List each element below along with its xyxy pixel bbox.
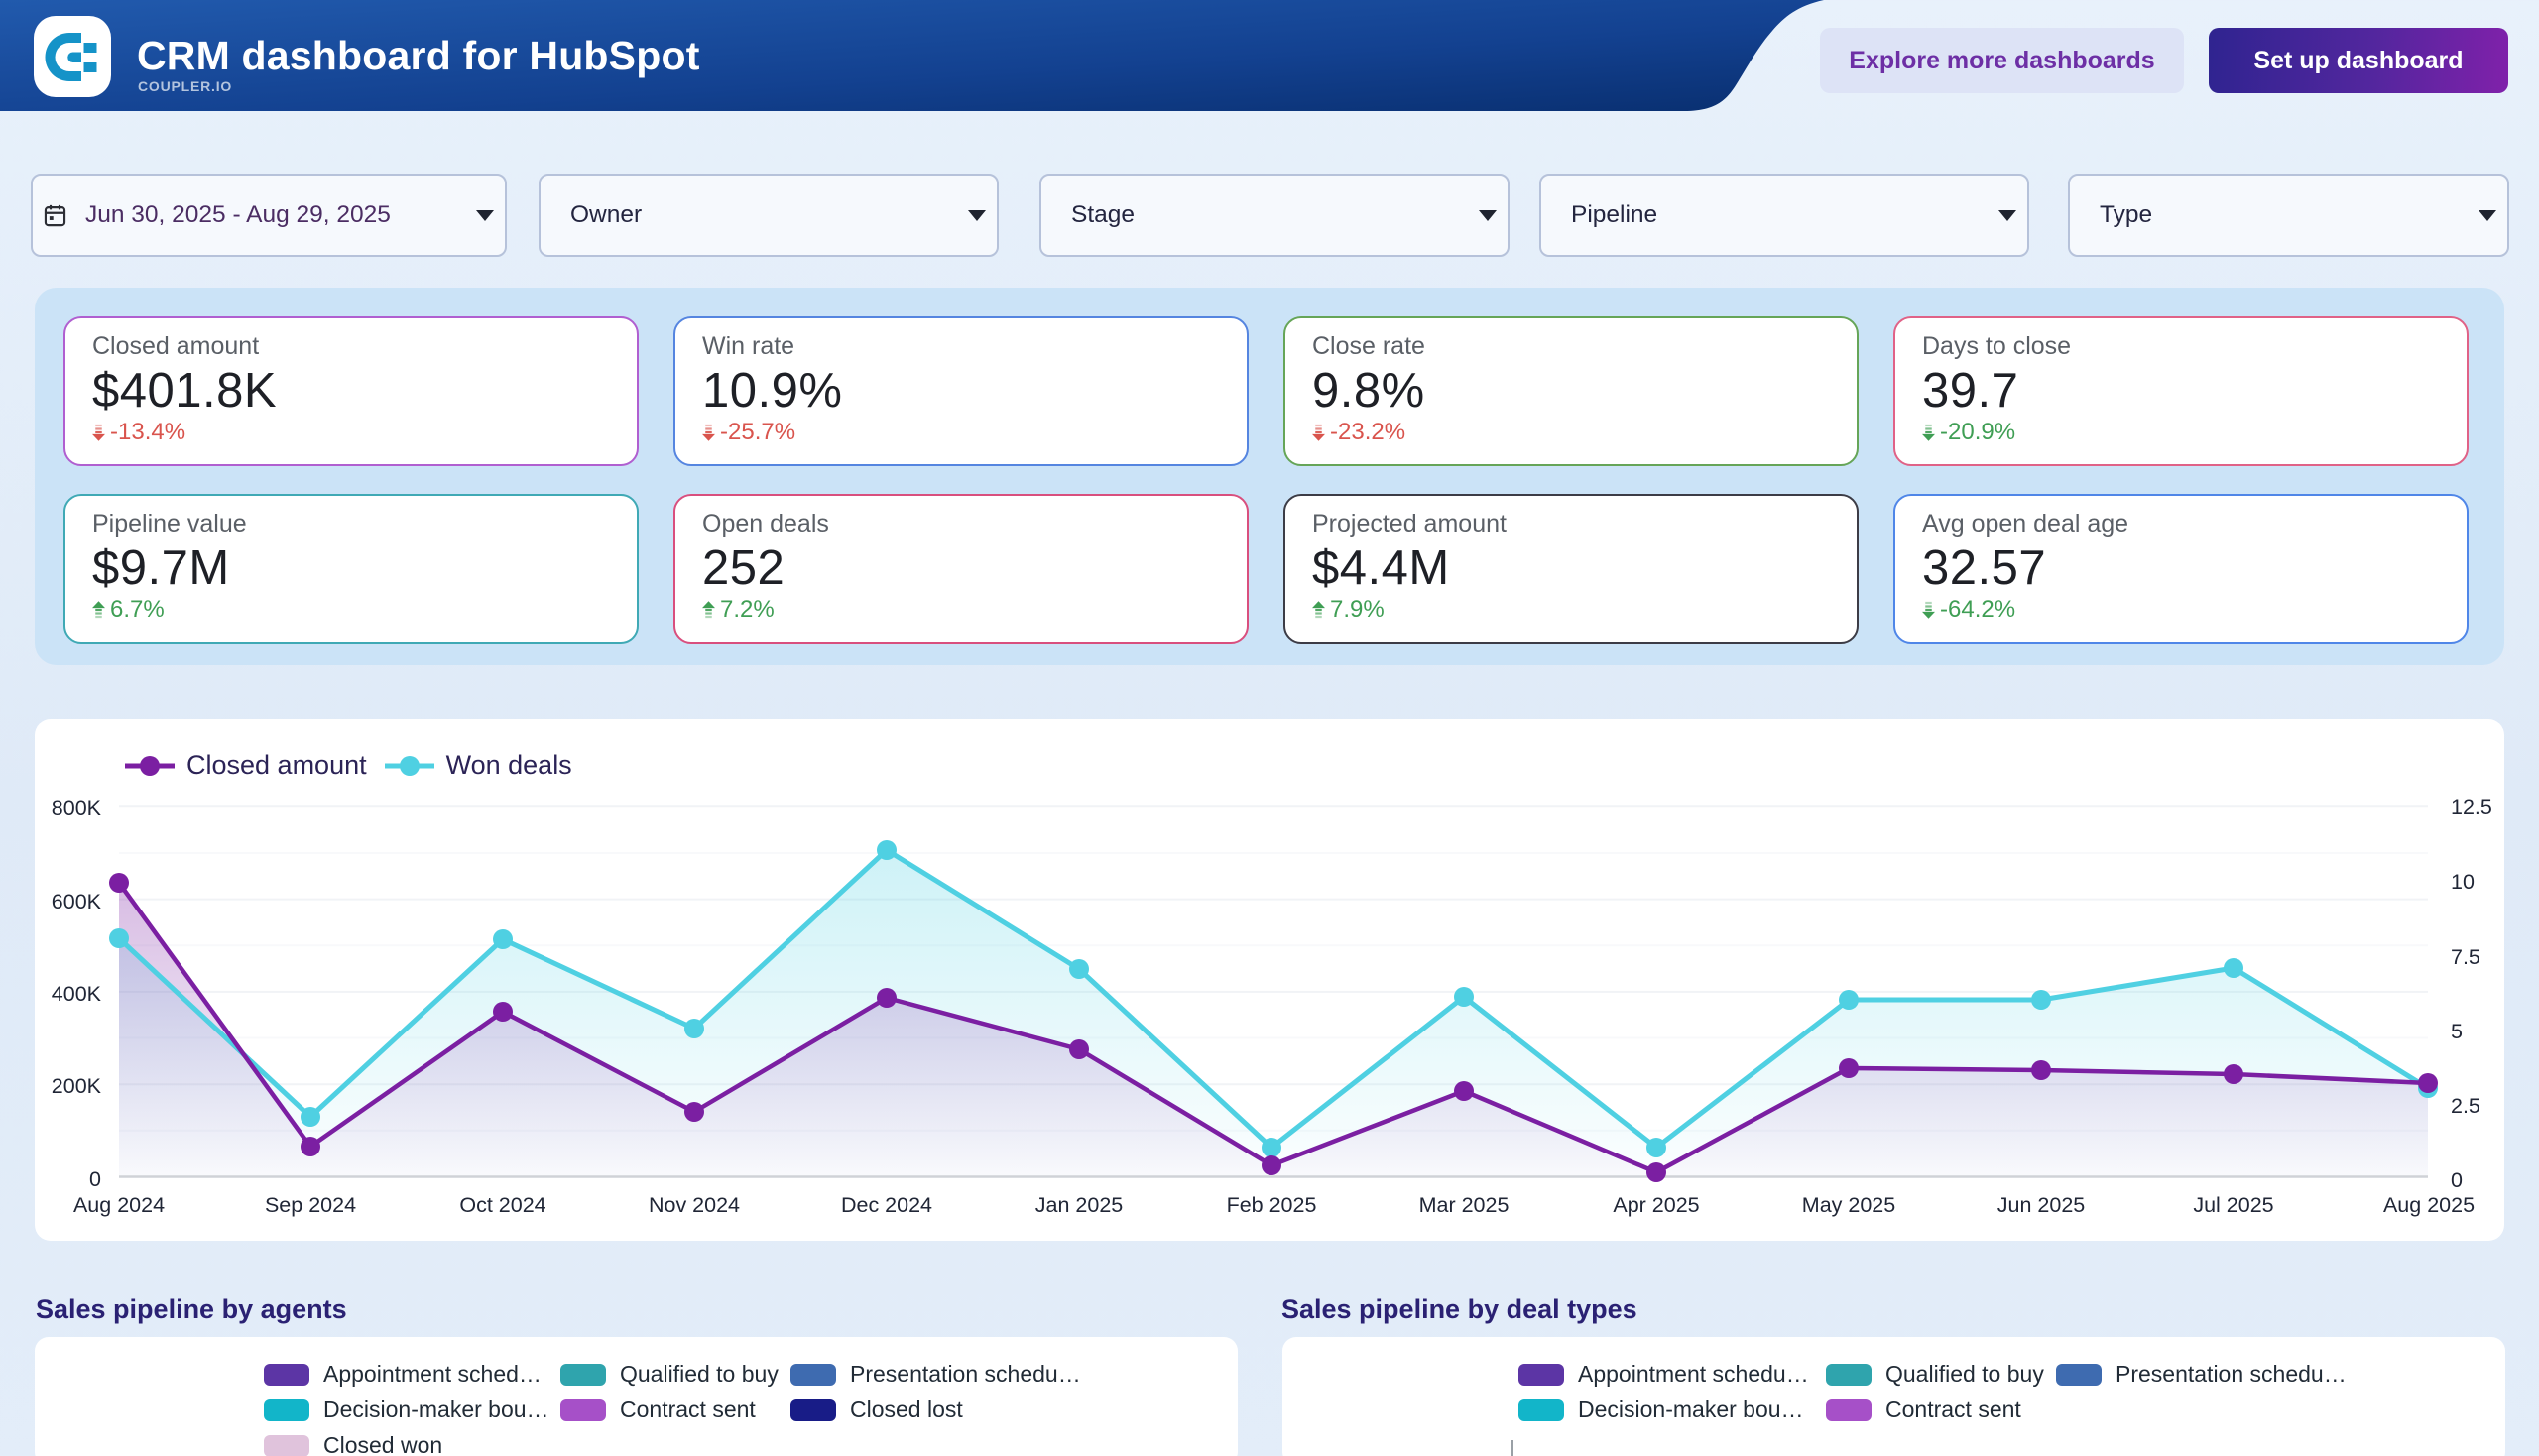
svg-text:Oct 2024: Oct 2024 bbox=[459, 1193, 545, 1217]
svg-text:Mar 2025: Mar 2025 bbox=[1419, 1193, 1510, 1217]
svg-text:0: 0 bbox=[2451, 1168, 2463, 1192]
svg-text:800K: 800K bbox=[52, 796, 102, 820]
svg-text:200K: 200K bbox=[52, 1074, 102, 1098]
svg-text:Jul 2025: Jul 2025 bbox=[2193, 1193, 2273, 1217]
svg-text:Jan 2025: Jan 2025 bbox=[1035, 1193, 1124, 1217]
svg-text:10: 10 bbox=[2451, 870, 2475, 894]
svg-text:600K: 600K bbox=[52, 890, 102, 913]
svg-text:0: 0 bbox=[89, 1167, 101, 1191]
svg-text:Aug 2024: Aug 2024 bbox=[73, 1193, 165, 1217]
svg-text:12.5: 12.5 bbox=[2451, 795, 2492, 819]
svg-text:May 2025: May 2025 bbox=[1802, 1193, 1895, 1217]
svg-text:2.5: 2.5 bbox=[2451, 1094, 2480, 1118]
svg-text:Jun 2025: Jun 2025 bbox=[1997, 1193, 2086, 1217]
svg-text:Feb 2025: Feb 2025 bbox=[1227, 1193, 1317, 1217]
svg-text:5: 5 bbox=[2451, 1020, 2463, 1043]
svg-text:Sep 2024: Sep 2024 bbox=[265, 1193, 356, 1217]
svg-text:Apr 2025: Apr 2025 bbox=[1613, 1193, 1699, 1217]
svg-text:Dec 2024: Dec 2024 bbox=[841, 1193, 932, 1217]
svg-text:Aug 2025: Aug 2025 bbox=[2383, 1193, 2475, 1217]
svg-text:400K: 400K bbox=[52, 982, 102, 1006]
svg-text:Nov 2024: Nov 2024 bbox=[649, 1193, 740, 1217]
svg-text:7.5: 7.5 bbox=[2451, 945, 2480, 969]
